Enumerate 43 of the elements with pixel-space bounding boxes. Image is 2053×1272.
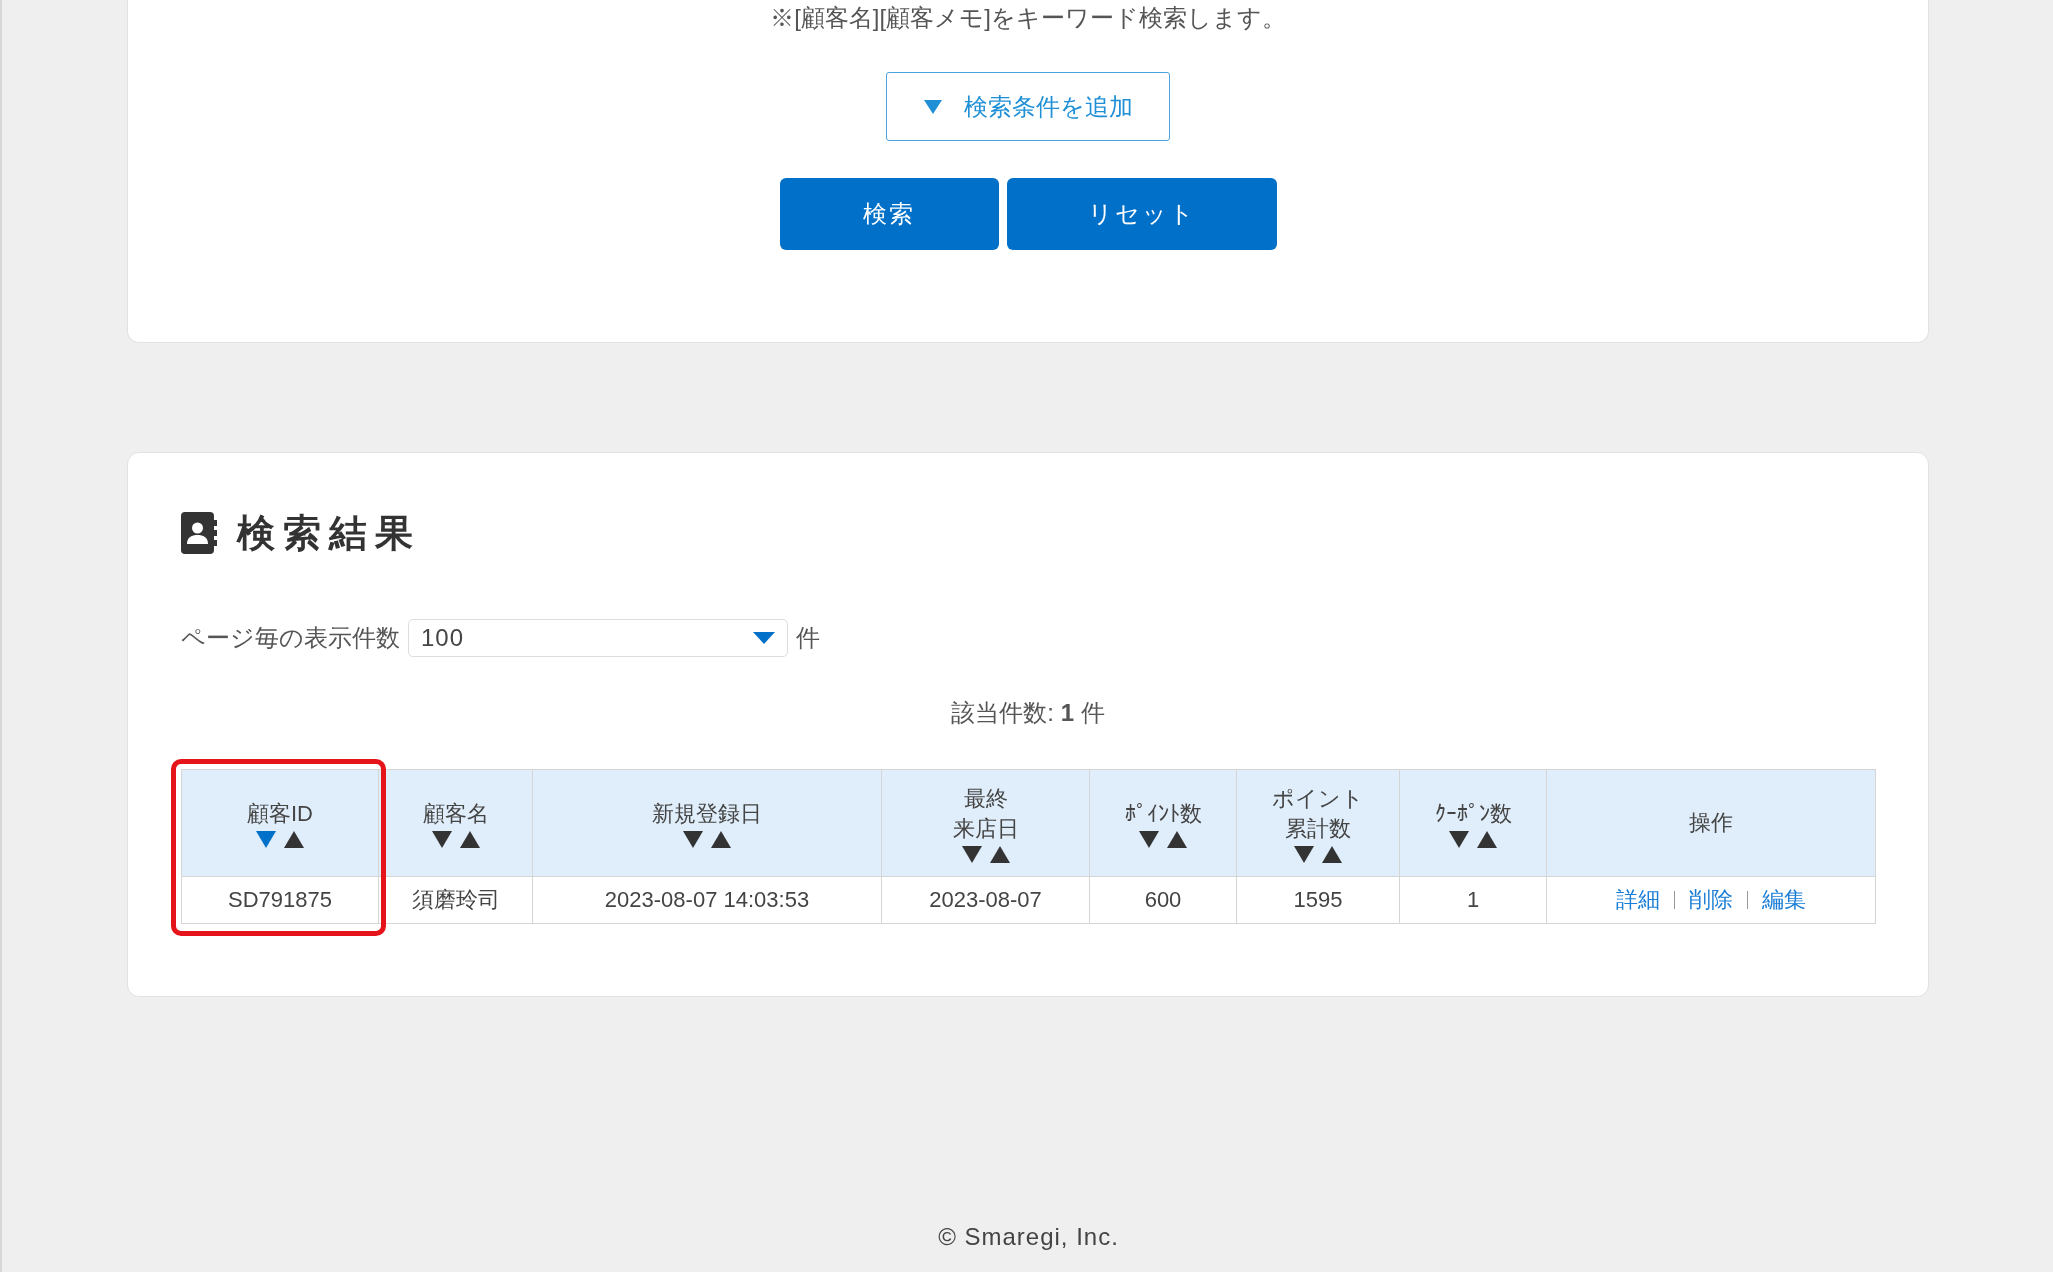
add-condition-button[interactable]: 検索条件を追加 — [886, 72, 1170, 141]
column-header: 新規登録日 — [532, 769, 882, 877]
table-cell: 2023-08-07 14:03:53 — [532, 876, 882, 924]
sort-ascending-icon[interactable] — [459, 830, 480, 848]
sort-ascending-icon[interactable] — [711, 830, 731, 848]
contact-book-icon — [181, 512, 217, 554]
per-page-select[interactable]: 100 — [408, 619, 788, 657]
sort-descending-icon[interactable] — [431, 830, 452, 848]
search-button[interactable]: 検索 — [779, 178, 999, 250]
search-note: ※[顧客名][顧客メモ]をキーワード検索します。 — [769, 3, 1287, 33]
column-header: 操作 — [1546, 769, 1876, 877]
table-cell: 600 — [1089, 876, 1237, 924]
column-header: 顧客名 — [378, 769, 533, 877]
sort-ascending-icon[interactable] — [1167, 830, 1187, 848]
sort-ascending-icon[interactable] — [1477, 830, 1497, 848]
sort-descending-icon[interactable] — [683, 830, 703, 848]
column-header: ﾎﾟｲﾝﾄ数 — [1089, 769, 1237, 877]
sort-ascending-icon[interactable] — [284, 830, 304, 848]
sort-ascending-icon[interactable] — [1322, 845, 1342, 863]
result-count: 該当件数: 1 件 — [950, 698, 1106, 728]
delete-link[interactable]: 削除 — [1674, 891, 1747, 909]
caret-down-icon — [753, 632, 775, 644]
column-header: 最終 来店日 — [881, 769, 1090, 877]
per-page-label: ページ毎の表示件数 — [181, 623, 400, 653]
table-cell: 1 — [1399, 876, 1547, 924]
table-cell: 1595 — [1236, 876, 1400, 924]
sort-descending-icon[interactable] — [1449, 830, 1469, 848]
sort-descending-icon[interactable] — [961, 845, 982, 863]
detail-link[interactable]: 詳細 — [1602, 885, 1674, 915]
edit-link[interactable]: 編集 — [1747, 891, 1820, 909]
table-cell: 須磨玲司 — [378, 876, 533, 924]
triangle-down-icon — [923, 99, 942, 114]
table-cell: 2023-08-07 — [881, 876, 1090, 924]
column-header: ポイント 累計数 — [1236, 769, 1400, 877]
copyright: © Smaregi, Inc. — [938, 1223, 1119, 1250]
table-cell: SD791875 — [181, 876, 379, 924]
column-header: ｸｰﾎﾟﾝ数 — [1399, 769, 1547, 877]
sort-descending-icon[interactable] — [1294, 845, 1314, 863]
sort-descending-icon[interactable] — [1139, 830, 1159, 848]
reset-button[interactable]: リセット — [1006, 178, 1277, 250]
sort-ascending-icon[interactable] — [989, 845, 1010, 863]
per-page-unit: 件 — [796, 623, 820, 653]
results-title: 検索結果 — [237, 511, 421, 556]
